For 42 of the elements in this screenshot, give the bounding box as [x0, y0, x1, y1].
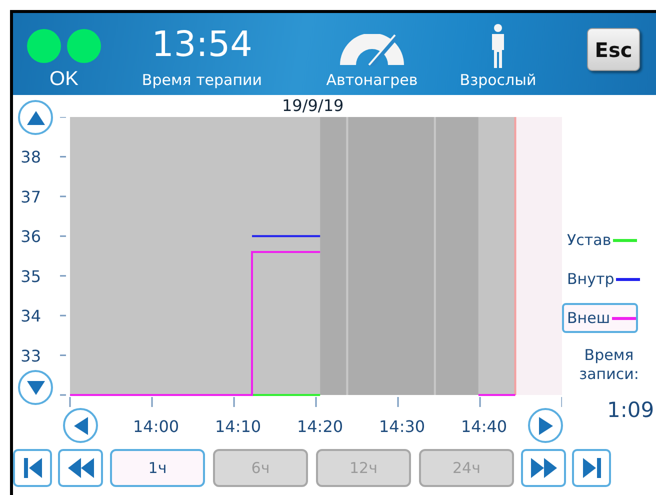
y-tick-label: 34 [20, 306, 41, 326]
y-tick-label: 36 [20, 227, 41, 246]
scroll-down-button[interactable] [18, 370, 53, 405]
jump-end-button[interactable] [572, 449, 611, 487]
y-tick-label: 35 [20, 266, 41, 286]
esc-button[interactable]: Esc [587, 28, 640, 71]
x-tick-label: 14:20 [296, 417, 344, 436]
y-tick-label: 37 [20, 187, 41, 206]
y-tick-label: 38 [20, 148, 41, 167]
triangle-left-icon [74, 416, 88, 434]
scroll-up-button[interactable] [18, 100, 53, 135]
gauge-icon [338, 34, 406, 66]
record-time-label: Время записи: [578, 346, 640, 384]
status-text: OK [50, 68, 78, 90]
range-button[interactable]: 1ч [110, 449, 205, 487]
fast-forward-icon [530, 457, 558, 479]
legend-item[interactable]: Внеш [562, 303, 638, 333]
jump-start-button[interactable] [13, 449, 52, 487]
patient-label: Взрослый [460, 70, 536, 90]
fast-forward-button[interactable] [521, 449, 566, 487]
triangle-right-icon [538, 416, 552, 434]
scroll-left-button[interactable] [63, 408, 98, 443]
rewind-button[interactable] [58, 449, 103, 487]
auto-heating-label: Автонагрев [326, 70, 418, 90]
x-tick-label: 14:30 [378, 417, 426, 436]
rewind-icon [66, 457, 94, 479]
y-tick-label: 33 [20, 346, 41, 366]
skip-start-icon [22, 457, 42, 479]
triangle-up-icon [26, 110, 44, 124]
therapy-time-label: Время терапии [142, 70, 262, 90]
legend-item[interactable]: Внутр [562, 264, 642, 294]
chart-date: 19/9/19 [282, 95, 344, 117]
x-tick-label: 14:40 [460, 417, 508, 436]
therapy-time: 13:54 [152, 24, 252, 67]
legend-item[interactable]: Устав [562, 225, 640, 255]
person-icon [490, 24, 506, 68]
x-tick-label: 14:00 [132, 417, 180, 436]
record-time-value: 1:09 [607, 398, 654, 422]
skip-end-icon [582, 457, 602, 479]
triangle-down-icon [26, 380, 44, 394]
scroll-right-button[interactable] [528, 408, 563, 443]
x-tick-label: 14:10 [214, 417, 262, 436]
